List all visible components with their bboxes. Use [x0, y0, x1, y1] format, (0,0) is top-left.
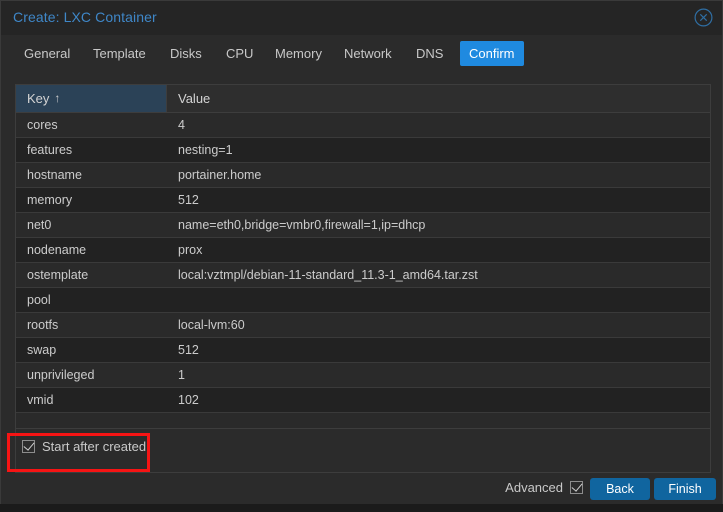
- tab-confirm[interactable]: Confirm: [460, 41, 524, 66]
- table-row[interactable]: swap 512: [16, 338, 710, 363]
- grid-body: cores 4 features nesting=1 hostname portainer…: [16, 113, 710, 428]
- cell-key: hostname: [27, 168, 82, 182]
- tab-memory[interactable]: Memory: [266, 41, 331, 66]
- column-header-value-label: Value: [178, 91, 211, 106]
- table-row[interactable]: net0 name=eth0,bridge=vmbr0,firewall=1,ip…: [16, 213, 710, 238]
- tab-network[interactable]: Network: [335, 41, 401, 66]
- table-row[interactable]: ostemplate local:vztmpl/debian-11-standar…: [16, 263, 710, 288]
- table-row[interactable]: pool: [16, 288, 710, 313]
- table-row[interactable]: rootfs local-lvm:60: [16, 313, 710, 338]
- table-row[interactable]: [16, 413, 710, 428]
- advanced-checkbox[interactable]: Advanced: [505, 480, 583, 495]
- cell-value: portainer.home: [178, 168, 262, 182]
- advanced-label: Advanced: [505, 480, 563, 495]
- wizard-tabbar: General Template Disks CPU Memory Network DNS C…: [1, 35, 722, 72]
- cell-key: vmid: [27, 393, 54, 407]
- cell-value: [167, 288, 710, 312]
- close-icon[interactable]: [694, 8, 713, 27]
- back-button[interactable]: Back: [590, 478, 650, 500]
- cell-key: ostemplate: [27, 268, 89, 282]
- table-row[interactable]: features nesting=1: [16, 138, 710, 163]
- column-header-value[interactable]: Value: [167, 85, 710, 112]
- tab-template[interactable]: Template: [84, 41, 155, 66]
- cell-key: swap: [27, 343, 57, 357]
- cell-value: nesting=1: [178, 143, 233, 157]
- desktop-background-strip: [0, 504, 723, 512]
- tab-general[interactable]: General: [15, 41, 79, 66]
- table-row[interactable]: nodename prox: [16, 238, 710, 263]
- cell-key: rootfs: [27, 318, 59, 332]
- tab-dns[interactable]: DNS: [407, 41, 452, 66]
- sort-ascending-icon: ↑: [54, 91, 61, 105]
- cell-value: 4: [178, 118, 185, 132]
- table-row[interactable]: hostname portainer.home: [16, 163, 710, 188]
- dialog-title: Create: LXC Container: [13, 9, 157, 25]
- cell-key: [16, 413, 167, 428]
- tab-cpu[interactable]: CPU: [217, 41, 262, 66]
- cell-key: memory: [27, 193, 73, 207]
- cell-value: [167, 413, 710, 428]
- cell-key: nodename: [27, 243, 87, 257]
- cell-value: 1: [178, 368, 185, 382]
- create-lxc-container-dialog: Create: LXC Container General Template Dis…: [0, 0, 723, 505]
- cell-key: net0: [27, 218, 52, 232]
- finish-button[interactable]: Finish: [654, 478, 716, 500]
- table-row[interactable]: cores 4: [16, 113, 710, 138]
- dialog-titlebar: Create: LXC Container: [1, 1, 722, 35]
- cell-value: prox: [178, 243, 203, 257]
- cell-value: 102: [178, 393, 199, 407]
- tab-disks[interactable]: Disks: [161, 41, 211, 66]
- column-header-key[interactable]: Key ↑: [16, 85, 167, 112]
- cell-value: name=eth0,bridge=vmbr0,firewall=1,ip=dhc…: [178, 218, 426, 232]
- start-after-created-label: Start after created: [42, 439, 147, 454]
- dialog-footer: Advanced Back Finish: [1, 473, 722, 505]
- confirm-settings-grid: Key ↑ Value cores 4 features nesting=1 hostna…: [15, 84, 711, 429]
- checkbox-icon: [570, 481, 583, 494]
- cell-value: local:vztmpl/debian-11-standard_11.3-1_a…: [178, 268, 478, 282]
- cell-key: pool: [27, 293, 51, 307]
- table-row[interactable]: unprivileged 1: [16, 363, 710, 388]
- checkbox-icon: [22, 440, 35, 453]
- cell-key: cores: [27, 118, 58, 132]
- cell-key: features: [27, 143, 73, 157]
- table-row[interactable]: memory 512: [16, 188, 710, 213]
- grid-header-row: Key ↑ Value: [16, 85, 710, 113]
- table-row[interactable]: vmid 102: [16, 388, 710, 413]
- cell-value: local-lvm:60: [178, 318, 245, 332]
- start-after-created-bar: Start after created: [15, 429, 711, 473]
- cell-value: 512: [178, 193, 199, 207]
- cell-value: 512: [178, 343, 199, 357]
- start-after-created-checkbox[interactable]: Start after created: [22, 439, 146, 454]
- column-header-key-label: Key: [27, 91, 50, 106]
- cell-key: unprivileged: [27, 368, 95, 382]
